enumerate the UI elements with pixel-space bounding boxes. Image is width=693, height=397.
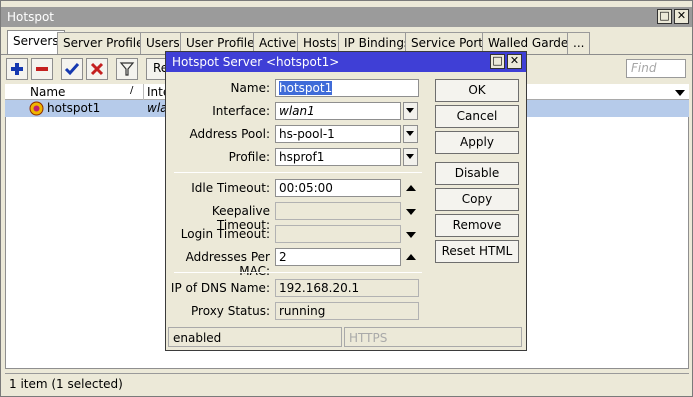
name-label: Name:: [230, 81, 270, 95]
dialog-maximize-button[interactable]: □: [490, 54, 505, 69]
collapse-arrow-icon[interactable]: [406, 185, 416, 191]
dialog-status-protocol: HTTPS: [344, 327, 522, 347]
interface-dropdown[interactable]: [403, 102, 418, 120]
interface-field[interactable]: wlan1: [275, 102, 401, 120]
dialog-status-right: HTTPS: [349, 331, 388, 345]
chevron-down-icon: [406, 131, 414, 136]
dialog-titlebar[interactable]: Hotspot Server <hotspot1> □ ✕: [166, 52, 526, 72]
interface-label: Interface:: [212, 104, 270, 118]
filter-button[interactable]: [116, 58, 138, 80]
collapse-arrow-icon[interactable]: [406, 254, 416, 260]
minus-icon: [36, 67, 48, 71]
dialog-status-left: enabled: [173, 331, 222, 345]
filter-icon: [119, 62, 135, 76]
ok-button[interactable]: OK: [435, 79, 519, 102]
chevron-down-icon: [406, 154, 414, 159]
keepalive-timeout-field[interactable]: [275, 202, 401, 220]
find-input[interactable]: Find: [626, 59, 686, 78]
check-icon: [64, 63, 80, 76]
status-text: 1 item (1 selected): [9, 377, 123, 391]
login-timeout-field[interactable]: [275, 225, 401, 243]
dialog-status-enabled: enabled: [168, 327, 342, 347]
column-header-name[interactable]: Name: [30, 85, 65, 99]
ip-of-dns-name-label: IP of DNS Name:: [170, 281, 270, 295]
remove-button[interactable]: [31, 58, 53, 80]
column-divider[interactable]: [143, 84, 144, 100]
dialog-title: Hotspot Server <hotspot1>: [172, 55, 340, 69]
window-titlebar[interactable]: Hotspot □ ✕: [1, 7, 692, 27]
profile-label: Profile:: [228, 150, 270, 164]
profile-field[interactable]: hsprof1: [275, 148, 401, 166]
row-name: hotspot1: [47, 101, 101, 115]
window-title: Hotspot: [7, 10, 54, 24]
chevron-down-icon: [406, 108, 414, 113]
name-value: hotspot1: [279, 81, 333, 95]
enable-button[interactable]: [61, 58, 83, 80]
reset-html-button[interactable]: Reset HTML: [435, 240, 519, 263]
section-separator: [174, 272, 422, 273]
copy-button[interactable]: Copy: [435, 188, 519, 211]
apply-button[interactable]: Apply: [435, 131, 519, 154]
addresses-per-mac-field[interactable]: 2: [275, 248, 401, 266]
hotspot-server-dialog: Hotspot Server <hotspot1> □ ✕ Name: hots…: [165, 51, 527, 351]
disable-button[interactable]: [86, 58, 108, 80]
proxy-status-field: running: [275, 302, 419, 320]
address-pool-field[interactable]: hs-pool-1: [275, 125, 401, 143]
hotspot-server-icon: [29, 101, 44, 116]
status-bar: 1 item (1 selected): [5, 373, 689, 393]
plus-icon: [11, 63, 23, 75]
dialog-close-button[interactable]: ✕: [507, 54, 522, 69]
column-chooser-icon[interactable]: [675, 90, 685, 96]
login-timeout-label: Login Timeout:: [180, 227, 270, 241]
profile-dropdown[interactable]: [403, 148, 418, 166]
tab-servers[interactable]: Servers: [7, 30, 65, 55]
expand-arrow-icon[interactable]: [406, 232, 416, 238]
idle-timeout-field[interactable]: 00:05:00: [275, 179, 401, 197]
section-separator: [174, 172, 422, 173]
maximize-button[interactable]: □: [657, 9, 672, 24]
idle-timeout-label: Idle Timeout:: [191, 181, 270, 195]
disable-button[interactable]: Disable: [435, 162, 519, 185]
close-button[interactable]: ✕: [674, 9, 689, 24]
proxy-status-label: Proxy Status:: [191, 304, 270, 318]
expand-arrow-icon[interactable]: [406, 209, 416, 215]
sort-indicator-icon: /: [130, 85, 134, 96]
ip-of-dns-name-field: 192.168.20.1: [275, 279, 419, 297]
add-button[interactable]: [6, 58, 28, 80]
address-pool-dropdown[interactable]: [403, 125, 418, 143]
x-icon: [90, 62, 104, 76]
address-pool-label: Address Pool:: [189, 127, 270, 141]
cancel-button[interactable]: Cancel: [435, 105, 519, 128]
tab-more[interactable]: ...: [567, 32, 591, 54]
remove-button[interactable]: Remove: [435, 214, 519, 237]
addresses-per-mac-label: Addresses Per MAC:: [185, 250, 270, 278]
name-field[interactable]: hotspot1: [275, 79, 419, 97]
